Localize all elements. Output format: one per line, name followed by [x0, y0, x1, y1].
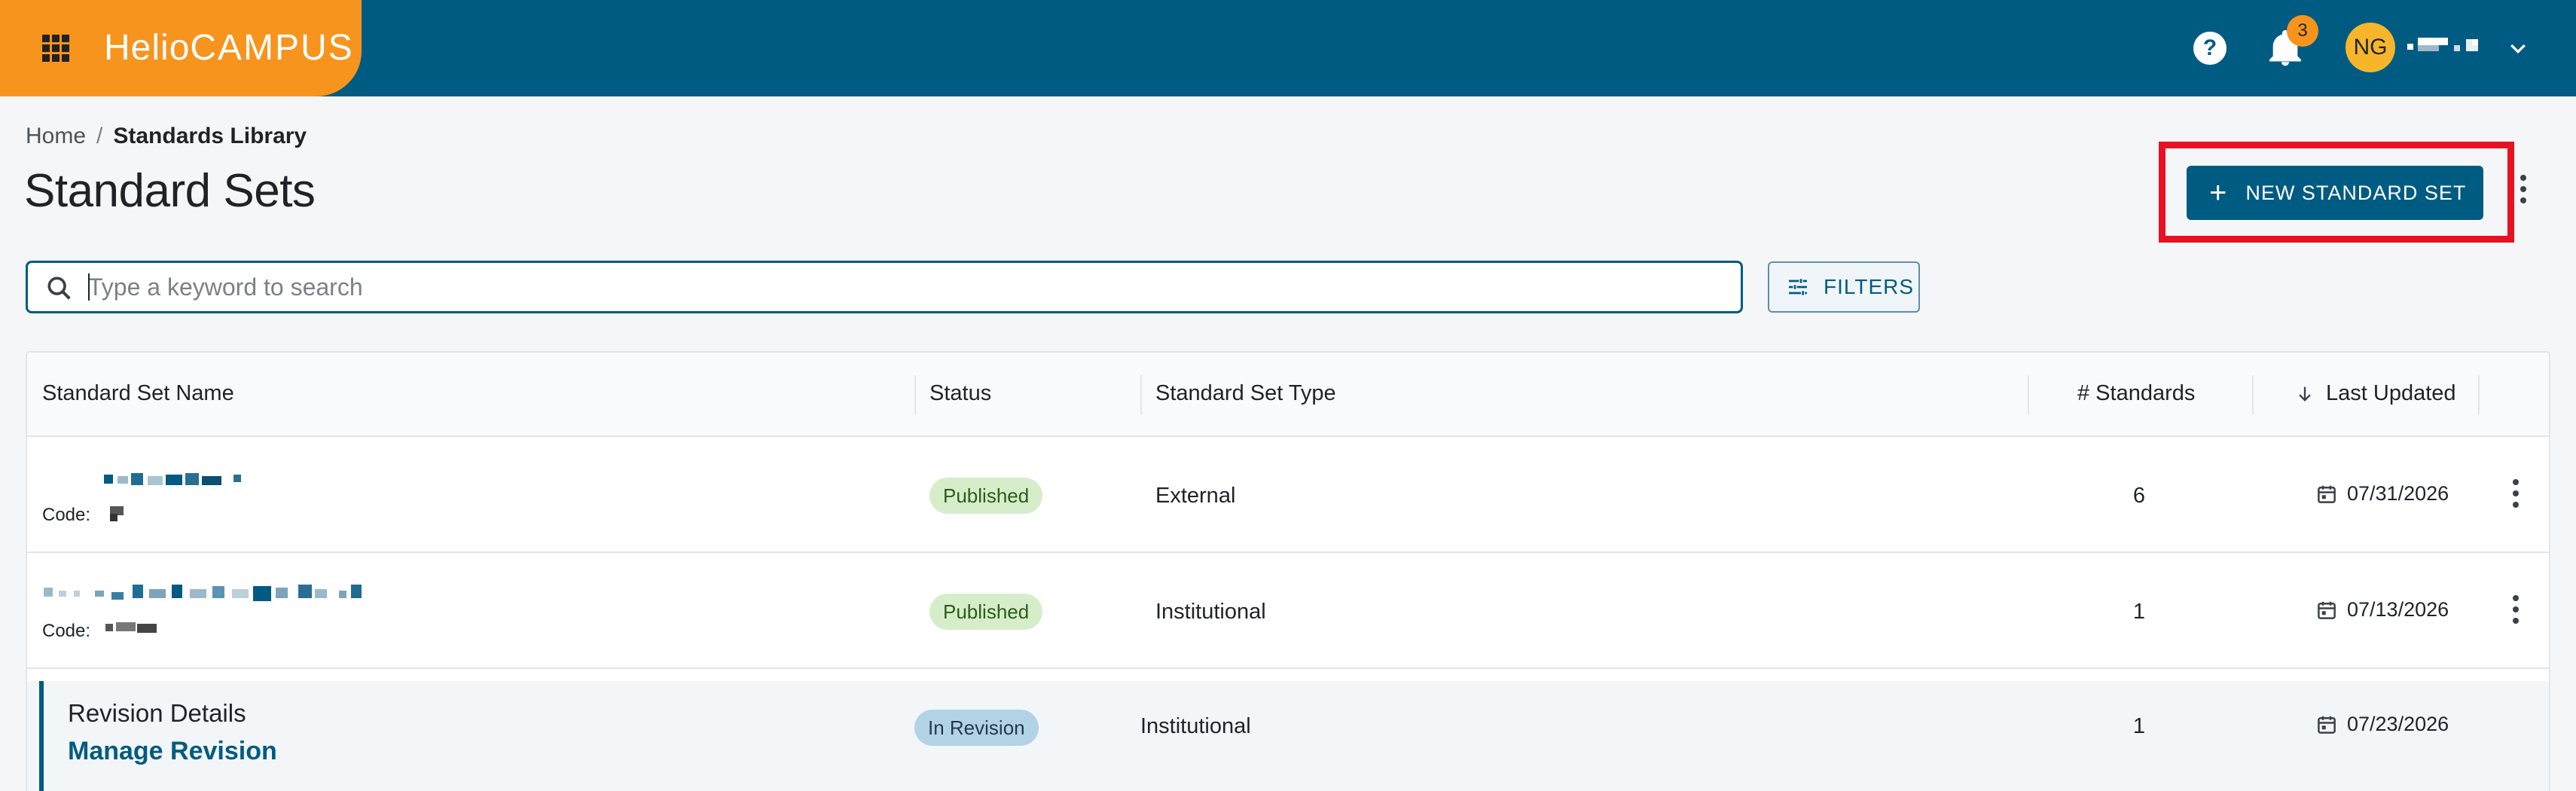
standards-count: 1 — [2132, 714, 2146, 738]
breadcrumb-current: Standards Library — [113, 124, 307, 148]
table-row[interactable]: Code: Published External 6 07/31/2026 — [27, 437, 2549, 553]
filters-button[interactable]: FILTERS — [1768, 261, 1920, 313]
search-input[interactable] — [88, 270, 1708, 304]
column-divider — [2028, 375, 2029, 414]
filters-label: FILTERS — [1824, 275, 1915, 298]
arrow-down-icon[interactable] — [2294, 383, 2315, 405]
set-type: Institutional — [1155, 600, 1266, 624]
helio-campus-logo[interactable]: HelioCAMPUS — [104, 26, 354, 71]
redacted-set-name[interactable] — [104, 472, 247, 488]
page-more-options-icon[interactable] — [2519, 175, 2528, 212]
breadcrumb-separator: / — [96, 124, 103, 148]
column-header-name[interactable]: Standard Set Name — [42, 381, 234, 406]
column-divider — [914, 375, 916, 414]
filter-icon — [1789, 279, 1807, 295]
new-standard-set-label: NEW STANDARD SET — [2245, 181, 2467, 204]
column-header-type[interactable]: Standard Set Type — [1155, 381, 1336, 406]
table-header: Standard Set Name Status Standard Set Ty… — [27, 353, 2549, 437]
plus-icon: + — [2209, 176, 2228, 209]
search-box[interactable] — [26, 261, 1743, 313]
code-label: Code: — [42, 505, 91, 525]
last-updated: 07/23/2026 — [2315, 713, 2449, 736]
last-updated: 07/13/2026 — [2315, 598, 2449, 622]
code-label: Code: — [42, 621, 91, 641]
page-title: Standard Sets — [24, 165, 316, 217]
manage-revision-link[interactable]: Manage Revision — [68, 737, 277, 766]
column-divider — [1140, 375, 1142, 414]
last-updated-date: 07/13/2026 — [2347, 598, 2449, 621]
breadcrumb-home-link[interactable]: Home — [26, 124, 86, 148]
redacted-code — [110, 506, 125, 523]
status-badge: In Revision — [914, 710, 1039, 746]
user-name-redacted[interactable] — [2407, 36, 2490, 56]
standards-count: 6 — [2132, 484, 2146, 508]
calendar-icon — [2318, 716, 2336, 734]
redacted-set-name[interactable] — [44, 583, 366, 603]
row-more-options-icon[interactable] — [2511, 595, 2520, 630]
last-updated: 07/31/2026 — [2315, 482, 2449, 505]
top-navigation-bar: HelioCAMPUS ? 3 NG — [0, 0, 2576, 96]
search-icon — [47, 276, 71, 300]
notification-count-badge[interactable]: 3 — [2287, 15, 2318, 47]
text-caret — [88, 273, 90, 301]
calendar-icon — [2318, 485, 2336, 503]
standards-count: 1 — [2132, 600, 2146, 624]
user-avatar[interactable]: NG — [2346, 23, 2395, 72]
chevron-down-icon[interactable] — [2507, 38, 2529, 60]
revision-row: Revision Details Manage Revision In Revi… — [27, 681, 2549, 791]
status-badge: Published — [929, 478, 1043, 514]
column-header-standards-count[interactable]: # Standards — [2077, 381, 2195, 406]
revision-indicator-bar — [39, 681, 44, 791]
last-updated-label: Last Updated — [2326, 381, 2456, 405]
revision-details-title: Revision Details — [68, 699, 246, 727]
set-type: Institutional — [1140, 714, 1251, 738]
set-type: External — [1155, 484, 1236, 508]
calendar-icon — [2318, 601, 2336, 619]
help-icon[interactable]: ? — [2193, 32, 2227, 65]
new-standard-set-button[interactable]: + NEW STANDARD SET — [2187, 166, 2483, 220]
column-divider — [2478, 375, 2480, 414]
last-updated-date: 07/23/2026 — [2347, 713, 2449, 735]
row-more-options-icon[interactable] — [2511, 479, 2520, 514]
table-row[interactable]: Code: Published Institutional 1 07/13/20… — [27, 553, 2549, 669]
column-header-last-updated[interactable]: Last Updated — [2294, 381, 2456, 406]
redacted-code — [105, 621, 160, 636]
status-badge: Published — [929, 594, 1043, 630]
column-header-status[interactable]: Status — [929, 381, 991, 406]
brand-area: HelioCAMPUS — [0, 0, 362, 96]
apps-grid-icon[interactable] — [42, 35, 69, 62]
column-divider — [2252, 375, 2254, 414]
last-updated-date: 07/31/2026 — [2347, 482, 2449, 505]
standard-sets-table: Standard Set Name Status Standard Set Ty… — [26, 351, 2550, 791]
breadcrumb: Home / Standards Library — [26, 124, 307, 149]
